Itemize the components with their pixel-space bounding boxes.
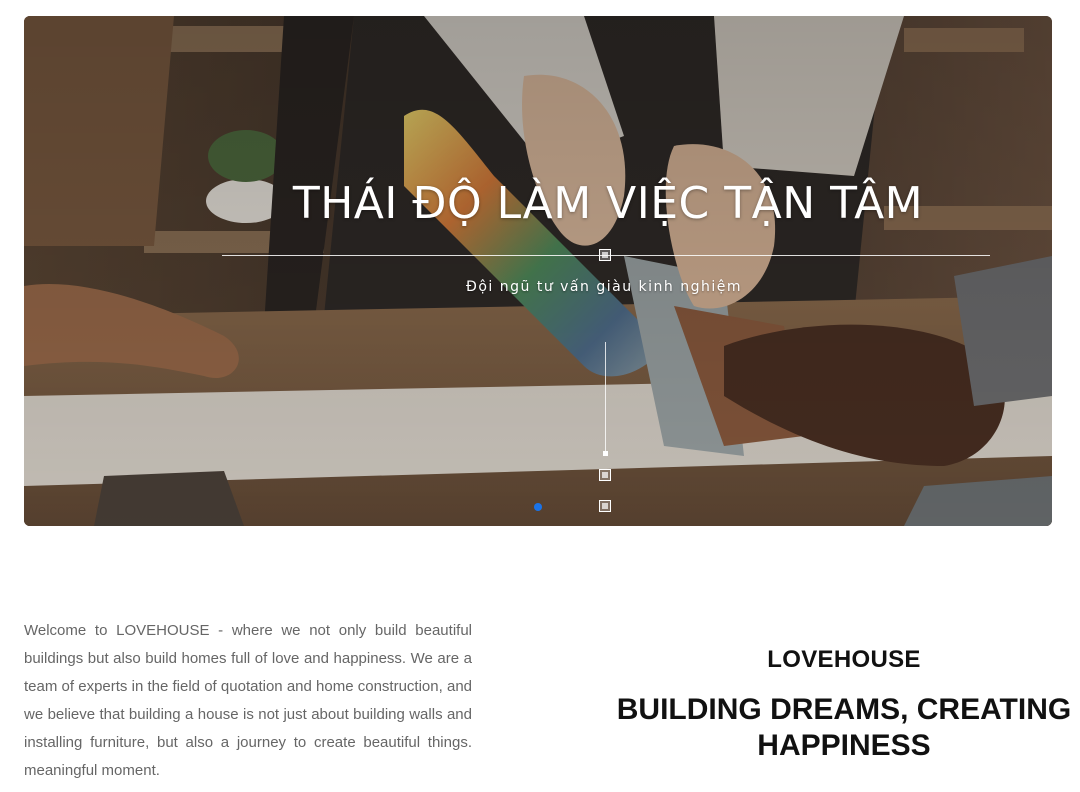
intro-paragraph: Welcome to LOVEHOUSE - where we not only…	[24, 622, 472, 779]
slide-thumb-icon[interactable]	[599, 469, 611, 481]
hero-vertical-line	[605, 342, 606, 452]
hero-subtitle: Đội ngũ tư vấn giàu kinh nghiệm	[466, 279, 742, 295]
slider-pagination-dot[interactable]	[534, 503, 542, 511]
hero-image	[24, 16, 1052, 526]
brand-name: LOVEHOUSE	[767, 646, 921, 673]
hero-title: THÁI ĐỘ LÀM VIỆC TẬN TÂM	[292, 178, 924, 229]
slide-thumb-icon[interactable]	[599, 249, 611, 261]
slide-thumb-icon[interactable]	[599, 500, 611, 512]
brand-headline: BUILDING DREAMS, CREATING HAPPINESS	[616, 693, 1072, 762]
hero-marker	[603, 451, 608, 456]
hero-slider[interactable]: THÁI ĐỘ LÀM VIỆC TẬN TÂM Đội ngũ tư vấn …	[24, 16, 1052, 526]
